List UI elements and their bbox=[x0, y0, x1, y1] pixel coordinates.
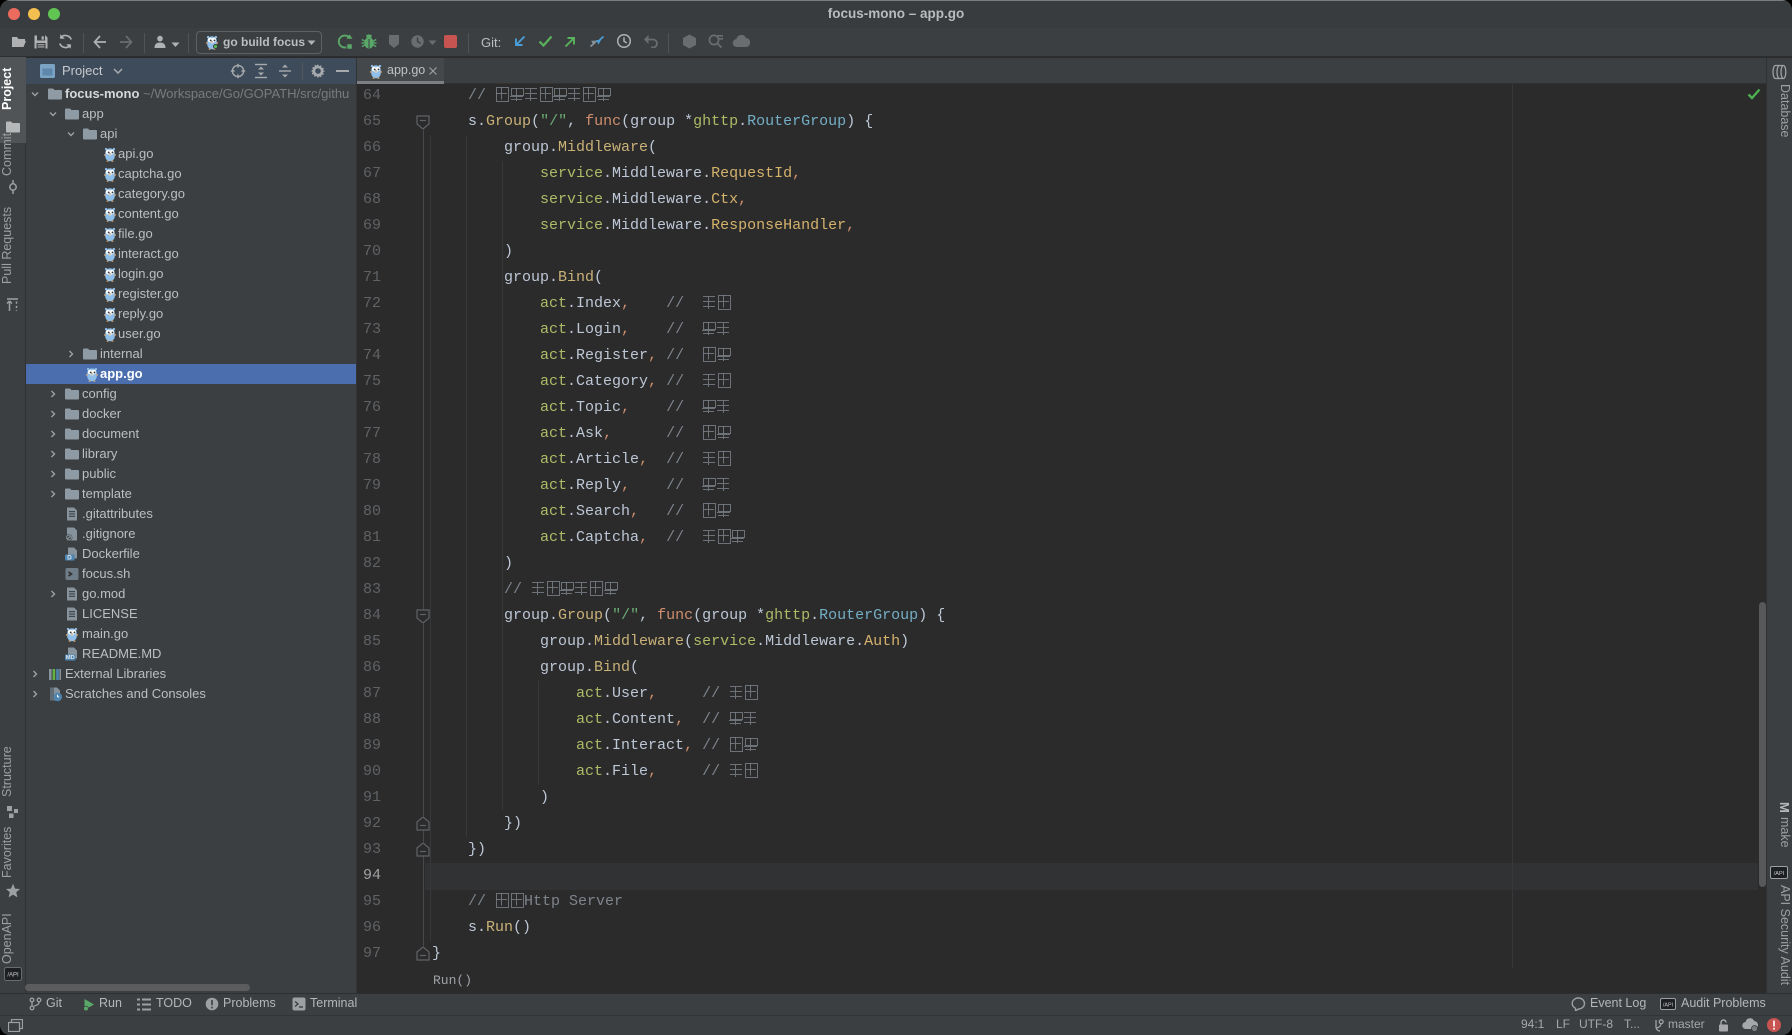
svg-text:D: D bbox=[67, 554, 72, 561]
svg-text:/API: /API bbox=[7, 973, 19, 979]
svg-text:/API: /API bbox=[1774, 871, 1785, 877]
svg-text:/API: /API bbox=[1663, 1003, 1673, 1009]
svg-text:MD: MD bbox=[66, 655, 75, 661]
